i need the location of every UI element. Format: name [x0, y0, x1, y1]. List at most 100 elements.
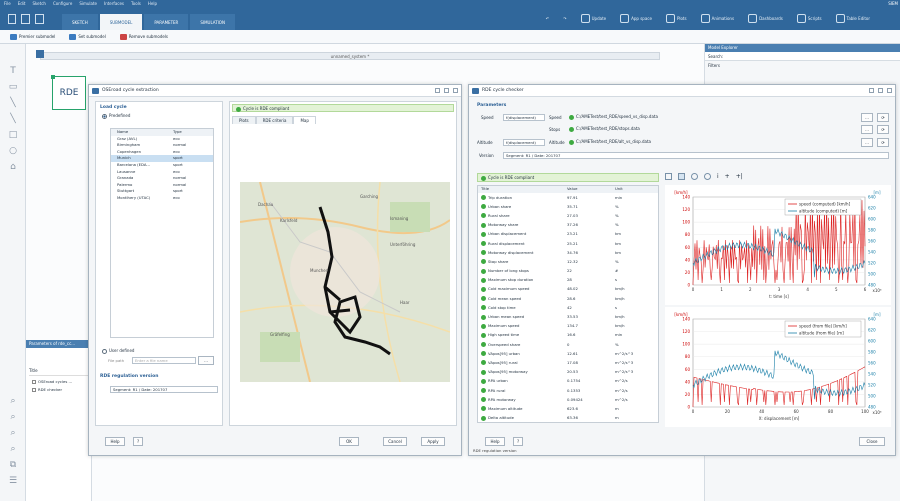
redo-icon[interactable]: ↷ — [563, 16, 566, 21]
table-row[interactable]: RPA urban 0.1754 m^2/s — [478, 376, 658, 385]
help-icon-button[interactable]: ? — [133, 437, 143, 446]
table-row[interactable]: Trip duration 97.91 min — [478, 193, 658, 202]
undo-icon[interactable]: ↶ — [546, 16, 549, 21]
table-row[interactable]: Graz (AVL) eco — [111, 136, 213, 143]
table-row[interactable]: VApos[95] rural 17.08 m^2/s^3 — [478, 358, 658, 367]
parameter-item[interactable]: RDE checker — [32, 387, 88, 392]
table-row[interactable]: Barcelona (EDA... sport — [111, 162, 213, 169]
checker-help-button[interactable]: Help — [485, 437, 505, 446]
layers-icon[interactable]: ⧉ — [7, 460, 19, 470]
table-row[interactable]: Montlhery (UTAC) eco — [111, 195, 213, 202]
close-button[interactable]: Close — [859, 437, 885, 446]
shape-tool-icon[interactable]: ⌂ — [7, 162, 19, 172]
altitude-browse-button[interactable]: … — [861, 138, 873, 147]
browse-button[interactable]: … — [198, 356, 214, 365]
table-row[interactable]: Lausanne eco — [111, 169, 213, 176]
stops-browse-button[interactable]: … — [861, 125, 873, 134]
cancel-button[interactable]: Cancel — [383, 437, 407, 446]
table-row[interactable]: Rural displacement 25.21 km — [478, 239, 658, 248]
chart-select-icon[interactable] — [678, 173, 685, 180]
chart-view-icon[interactable] — [665, 173, 672, 180]
table-row[interactable]: Maximum altitude 623.6 m — [478, 404, 658, 413]
tab-sketch[interactable]: SKETCH — [62, 14, 98, 31]
maximize-icon[interactable] — [444, 88, 449, 93]
document-tab[interactable]: unnamed_system * — [40, 52, 660, 60]
checker-titlebar[interactable]: RDE cycle checker — [469, 85, 895, 97]
table-row[interactable]: Delta altitude 63.36 m — [478, 413, 658, 422]
menu-item[interactable]: Simulate — [79, 1, 97, 7]
reg-version-select[interactable]: Segment: R1 / Date: 201707 — [110, 386, 218, 393]
tab-simulation[interactable]: SIMULATION — [190, 14, 235, 31]
tab-map[interactable]: Map — [293, 116, 316, 124]
checkbox-icon[interactable] — [32, 387, 36, 392]
extraction-titlebar[interactable]: OSEroad cycle extraction — [89, 85, 461, 97]
parameter-item[interactable]: OSEroad cycles ... — [32, 379, 88, 384]
maximize-icon[interactable] — [878, 88, 883, 93]
toolbar-animations[interactable]: Animations — [700, 14, 734, 23]
table-row[interactable]: Stop share 12.32% — [478, 257, 658, 266]
table-row[interactable]: Cold maximum speed 48.02 km/h — [478, 284, 658, 293]
zoom-in-icon[interactable] — [691, 173, 698, 180]
speed-mode-select[interactable]: f(displacement) — [503, 114, 545, 121]
rectangle-tool-icon[interactable]: □ — [7, 130, 19, 140]
close-icon[interactable] — [887, 88, 892, 93]
open-icon[interactable] — [21, 14, 30, 24]
speed-refresh-icon[interactable]: ⟳ — [877, 113, 889, 122]
toolbar-plots[interactable]: Plots — [665, 14, 687, 23]
menu-item[interactable]: File — [4, 1, 11, 7]
new-icon[interactable] — [8, 14, 16, 24]
minimize-icon[interactable] — [435, 88, 440, 93]
table-row[interactable]: Urban share 35.71% — [478, 202, 658, 211]
table-row[interactable]: Maximum stop duration 28 s — [478, 275, 658, 284]
table-row[interactable]: Cold stop time 42 s — [478, 303, 658, 312]
minimize-icon[interactable] — [869, 88, 874, 93]
table-row[interactable]: Palermo normal — [111, 182, 213, 189]
zoom-in-icon[interactable]: ⌕ — [7, 396, 19, 406]
toolbar-update[interactable]: Update — [580, 14, 606, 23]
table-row[interactable]: RPA rural 0.1353 m^2/s — [478, 386, 658, 395]
panel-icon[interactable]: ☰ — [7, 476, 19, 486]
table-row[interactable]: Motorway share 37.26% — [478, 220, 658, 229]
tab-plots[interactable]: Plots — [232, 116, 256, 124]
table-row[interactable]: Maximum speed 134.7 km/h — [478, 321, 658, 330]
menu-item[interactable]: Edit — [18, 1, 26, 7]
altitude-refresh-icon[interactable]: ⟳ — [877, 138, 889, 147]
stops-refresh-icon[interactable]: ⟳ — [877, 125, 889, 134]
altitude-mode-select[interactable]: f(displacement) — [503, 139, 545, 146]
checker-help-icon-button[interactable]: ? — [513, 437, 523, 446]
table-row[interactable]: Copenhagen eco — [111, 149, 213, 156]
menu-item[interactable]: Interfaces — [104, 1, 124, 7]
menu-item[interactable]: Help — [148, 1, 157, 7]
tab-submodel[interactable]: SUBMODEL — [99, 14, 143, 31]
route-map[interactable]: Dachau Karlsfeld Munchen Unterföhring Haar Gr… — [240, 182, 450, 382]
help-button[interactable]: Help — [105, 437, 125, 446]
image-tool-icon[interactable]: ▭ — [7, 82, 19, 92]
file-path-input[interactable]: Enter a file name — [132, 357, 196, 364]
speed-time-chart[interactable]: 140 120 100 80 60 40 20 0 640 620 600 580 560 540 520 5… — [665, 185, 891, 305]
menu-item[interactable]: Sketch — [32, 1, 45, 7]
table-row[interactable]: Urban displacement 23.21 km — [478, 229, 658, 238]
table-row[interactable]: Munich sport — [111, 155, 213, 162]
apply-button[interactable]: Apply — [421, 437, 445, 446]
zoom-out-icon[interactable]: ⌕ — [7, 412, 19, 422]
zoom-out-icon[interactable] — [704, 173, 711, 180]
table-row[interactable]: High speed time 16.6 min — [478, 330, 658, 339]
double-cursor-icon[interactable]: +| — [736, 173, 743, 180]
submodel-action[interactable]: Set submodel — [69, 33, 106, 40]
text-tool-icon[interactable]: T — [7, 66, 19, 76]
speed-displacement-chart[interactable]: 140 120 100 80 60 40 20 0 640 620 600 580 560 540 520 5… — [665, 307, 891, 427]
checkbox-icon[interactable] — [32, 379, 36, 384]
table-row[interactable]: Motorway displacement 34.76 km — [478, 248, 658, 257]
toolbar-table-editor[interactable]: Table Editor — [835, 14, 870, 23]
table-row[interactable]: Number of long stops 22 # — [478, 266, 658, 275]
model-filters[interactable]: Filters — [705, 61, 900, 70]
speed-browse-button[interactable]: … — [861, 113, 873, 122]
toolbar-app-space[interactable]: App space — [620, 14, 652, 23]
version-select[interactable]: Segment: R1 / Date: 201707 — [503, 152, 889, 159]
save-icon[interactable] — [35, 14, 44, 24]
toolbar-dashboards[interactable]: Dashboards — [748, 14, 783, 23]
menu-item[interactable]: Configure — [53, 1, 72, 7]
table-row[interactable]: VApos[95] motorway 20.53 m^2/s^3 — [478, 367, 658, 376]
line-tool-icon[interactable]: ╲ — [7, 98, 19, 108]
submodel-action[interactable]: Remove submodels — [119, 33, 168, 40]
